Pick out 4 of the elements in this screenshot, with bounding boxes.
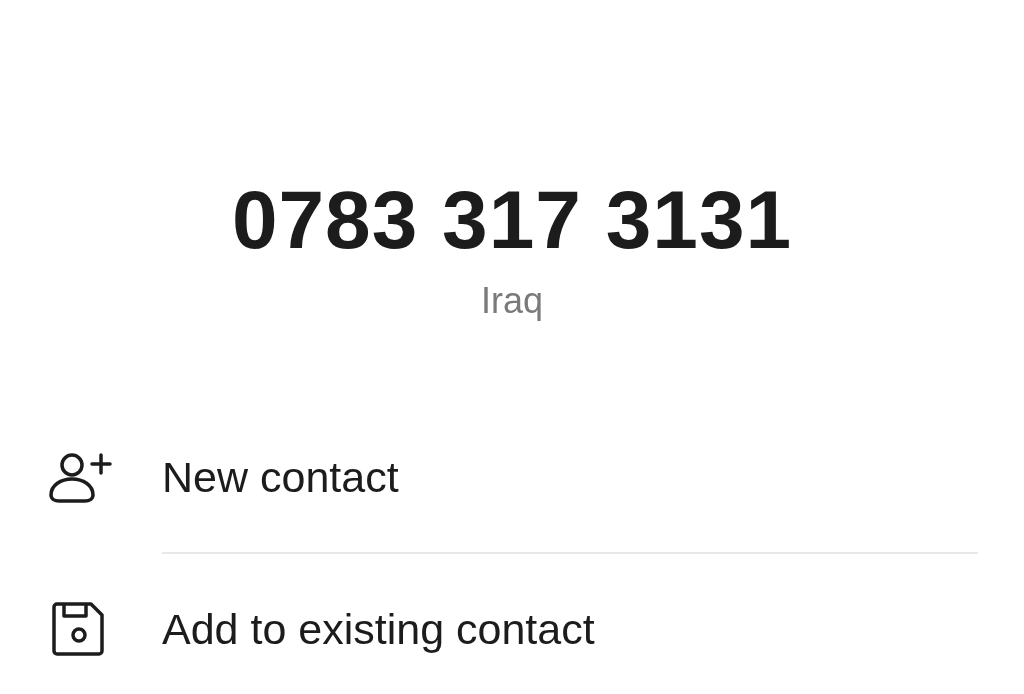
action-item[interactable]: New contact [162, 451, 399, 503]
phone-number: 0783 317 3131 [231, 173, 793, 267]
location-label: Iraq [480, 280, 543, 322]
action-item[interactable]: Add to existing contact [162, 603, 595, 655]
